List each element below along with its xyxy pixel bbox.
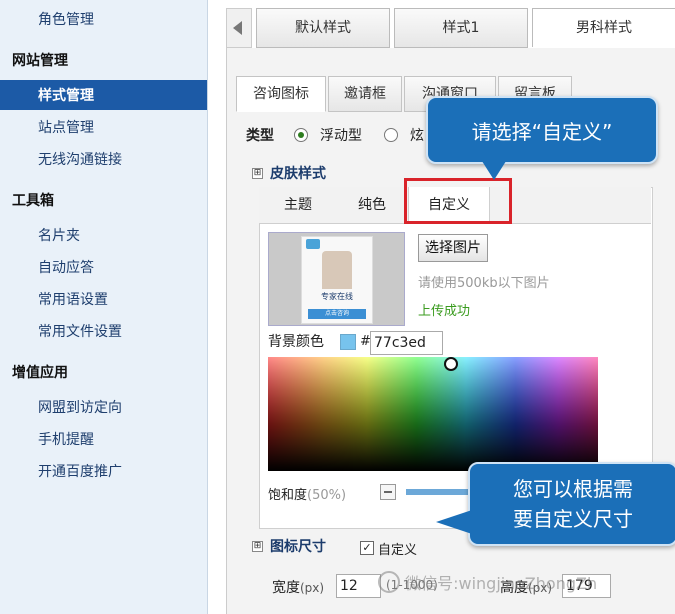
callout-bottom-tip — [436, 510, 472, 534]
radio-floating[interactable] — [294, 128, 308, 142]
expand-skin-icon[interactable]: ⊞ — [252, 168, 263, 179]
image-size-hint: 请使用500kb以下图片 — [418, 276, 550, 291]
style-tabbar: 默认样式 样式1 男科样式 — [226, 8, 675, 48]
saturation-text: 饱和度 — [268, 488, 308, 503]
sidebar-item-style-management[interactable]: 样式管理 — [0, 80, 207, 110]
skin-thumbnail: 专家在线 点击咨询 — [268, 232, 405, 326]
tab-consult-icon[interactable]: 咨询图标 — [236, 76, 326, 112]
callout-top-tip — [480, 158, 508, 180]
type-label: 类型 — [246, 128, 274, 144]
highlight-box — [404, 178, 512, 224]
sidebar-group-site-management: 网站管理 — [12, 53, 68, 69]
callout-top-text: 请选择“自定义” — [471, 120, 613, 144]
saturation-minus-icon[interactable] — [380, 484, 396, 500]
radio-fancy[interactable] — [384, 128, 398, 142]
callout-select-custom: 请选择“自定义” — [426, 96, 658, 164]
sidebar-item-phrases[interactable]: 常用语设置 — [38, 289, 108, 309]
sidebar-item-network-targeting[interactable]: 网盟到访定向 — [38, 397, 122, 417]
sidebar-item-mobile-alert[interactable]: 手机提醒 — [38, 429, 94, 449]
sidebar-item-files[interactable]: 常用文件设置 — [38, 321, 122, 341]
watermark: 微信号:wingjiaoZhongZh — [378, 570, 675, 600]
width-label: 宽度(px) — [272, 577, 324, 597]
sidebar-group-toolbox: 工具箱 — [12, 193, 54, 209]
skin-tab-theme[interactable]: 主题 — [268, 187, 328, 223]
callout-bottom-line1: 您可以根据需 — [513, 477, 633, 501]
width-label-text: 宽度 — [272, 580, 300, 596]
callout-custom-size: 您可以根据需 要自定义尺寸 — [468, 462, 675, 546]
sidebar-item-wireless-link[interactable]: 无线沟通链接 — [38, 149, 122, 169]
tab-invite-box[interactable]: 邀请框 — [328, 76, 402, 112]
radio-floating-label: 浮动型 — [320, 128, 362, 144]
tab-male-style[interactable]: 男科样式 — [532, 8, 675, 47]
sidebar-item-card-folder[interactable]: 名片夹 — [38, 225, 80, 245]
doctor-photo-icon — [322, 251, 352, 289]
scroll-left-icon[interactable] — [226, 8, 252, 48]
skin-tab-solid[interactable]: 纯色 — [342, 187, 402, 223]
logo-icon — [306, 239, 320, 249]
sidebar-item-auto-reply[interactable]: 自动应答 — [38, 257, 94, 277]
sidebar-item-label: 样式管理 — [38, 88, 94, 104]
upload-status: 上传成功 — [418, 304, 471, 319]
width-unit: (px) — [300, 581, 325, 595]
saturation-value: (50%) — [307, 488, 347, 503]
tab-default-style[interactable]: 默认样式 — [256, 8, 390, 48]
sidebar-item-baidu-promo[interactable]: 开通百度推广 — [38, 461, 122, 481]
width-input[interactable]: 12 — [336, 574, 381, 598]
custom-size-label: 自定义 — [378, 543, 418, 558]
choose-image-button[interactable]: 选择图片 — [418, 234, 488, 262]
icon-size-title: 图标尺寸 — [270, 539, 326, 555]
color-input[interactable]: 77c3ed — [370, 331, 443, 355]
tab-style-1[interactable]: 样式1 — [394, 8, 528, 48]
custom-size-checkbox[interactable]: ✓ — [360, 541, 374, 555]
radio-fancy-label: 炫 — [410, 128, 424, 144]
skin-style-title: 皮肤样式 — [270, 166, 326, 182]
color-picker-handle[interactable] — [444, 357, 458, 371]
color-swatch[interactable] — [340, 334, 356, 350]
expand-icon-size-icon[interactable]: ⊞ — [252, 541, 263, 552]
saturation-label: 饱和度(50%) — [268, 484, 346, 503]
sidebar-item-site-admin[interactable]: 站点管理 — [38, 117, 94, 137]
sidebar-item-role-management[interactable]: 角色管理 — [38, 9, 94, 29]
saturation-slider[interactable] — [406, 489, 476, 495]
sidebar-group-value-added: 增值应用 — [12, 365, 68, 381]
watermark-text: 微信号:wingjiaoZhongZh — [405, 574, 598, 593]
wechat-icon — [378, 571, 400, 593]
sidebar: 角色管理 网站管理 样式管理 站点管理 无线沟通链接 工具箱 名片夹 自动应答 … — [0, 0, 208, 614]
color-picker-gradient[interactable] — [268, 357, 598, 471]
bg-color-label: 背景颜色 — [268, 334, 324, 350]
thumb-button: 点击咨询 — [308, 309, 366, 319]
callout-bottom-line2: 要自定义尺寸 — [513, 507, 633, 531]
thumb-caption: 专家在线 — [321, 292, 353, 301]
thumbnail-card: 专家在线 点击咨询 — [301, 236, 373, 324]
